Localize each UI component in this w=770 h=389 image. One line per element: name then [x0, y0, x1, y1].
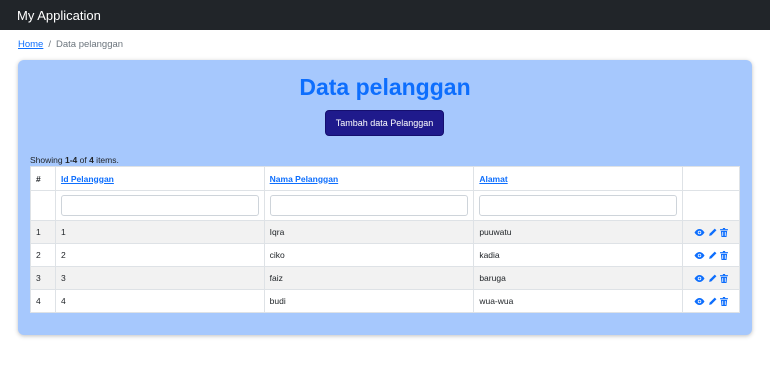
trash-icon[interactable] [720, 250, 728, 260]
brand-link[interactable]: My Application [17, 8, 101, 23]
navbar: My Application [0, 0, 770, 30]
eye-icon[interactable] [694, 274, 705, 283]
row-id: 2 [54, 243, 265, 267]
trash-icon[interactable] [720, 296, 728, 306]
row-alamat: baruga [473, 266, 683, 290]
trash-icon[interactable] [720, 227, 728, 237]
row-alamat: puuwatu [473, 220, 683, 244]
sort-id-link[interactable]: Id Pelanggan [61, 174, 114, 184]
header-number: # [30, 166, 56, 191]
row-actions [681, 266, 741, 290]
table-row: 4 4 budi wua-wua [30, 289, 741, 313]
summary-middle: of [77, 155, 90, 165]
row-actions [681, 220, 741, 244]
row-alamat: kadia [473, 243, 683, 267]
content-card: Data pelanggan Tambah data Pelanggan Sho… [18, 60, 752, 335]
header-alamat-cell: Alamat [473, 166, 683, 191]
header-actions [681, 166, 741, 191]
breadcrumb: Home / Data pelanggan [18, 39, 123, 50]
row-alamat: wua-wua [473, 289, 683, 313]
row-number: 1 [30, 220, 56, 244]
row-nama: ciko [263, 243, 475, 267]
eye-icon[interactable] [694, 297, 705, 306]
filter-cell-actions [681, 190, 741, 221]
pencil-icon[interactable] [708, 228, 717, 237]
summary-prefix: Showing [30, 155, 65, 165]
trash-icon[interactable] [720, 273, 728, 283]
row-id: 4 [54, 289, 265, 313]
pencil-icon[interactable] [708, 274, 717, 283]
pencil-icon[interactable] [708, 251, 717, 260]
row-id: 3 [54, 266, 265, 290]
sort-nama-link[interactable]: Nama Pelanggan [270, 174, 339, 184]
row-number: 2 [30, 243, 56, 267]
row-number: 4 [30, 289, 56, 313]
row-nama: budi [263, 289, 475, 313]
row-id: 1 [54, 220, 265, 244]
filter-cell-nama [263, 190, 475, 221]
eye-icon[interactable] [694, 228, 705, 237]
filter-cell-alamat [473, 190, 683, 221]
eye-icon[interactable] [694, 251, 705, 260]
summary-suffix: items. [93, 155, 119, 165]
pencil-icon[interactable] [708, 297, 717, 306]
summary-range: 1-4 [64, 155, 78, 165]
filter-nama-input[interactable] [269, 195, 469, 216]
header-id-cell: Id Pelanggan [54, 166, 265, 191]
filter-cell-id [54, 190, 265, 221]
row-number: 3 [30, 266, 56, 290]
table-header-row: # Id Pelanggan Nama Pelanggan Alamat [30, 166, 741, 191]
table-row: 3 3 faiz baruga [30, 266, 741, 290]
table-row: 1 1 Iqra puuwatu [30, 220, 741, 244]
breadcrumb-home-link[interactable]: Home [18, 39, 43, 50]
row-actions [681, 289, 741, 313]
breadcrumb-current: Data pelanggan [55, 39, 124, 50]
page-title: Data pelanggan [299, 74, 471, 100]
customer-table: # Id Pelanggan Nama Pelanggan Alamat 1 1… [30, 166, 741, 313]
table-row: 2 2 ciko kadia [30, 243, 741, 267]
filter-row [30, 190, 741, 221]
header-nama-cell: Nama Pelanggan [263, 166, 475, 191]
grid-summary: Showing 1-4 of 4 items. [30, 155, 119, 165]
add-customer-button[interactable]: Tambah data Pelanggan [325, 110, 444, 136]
row-actions [681, 243, 741, 267]
filter-id-input[interactable] [60, 195, 259, 216]
sort-alamat-link[interactable]: Alamat [479, 174, 507, 184]
row-nama: faiz [263, 266, 475, 290]
breadcrumb-separator: / [48, 39, 51, 50]
filter-alamat-input[interactable] [479, 195, 677, 216]
filter-cell-empty [30, 190, 56, 221]
row-nama: Iqra [263, 220, 475, 244]
